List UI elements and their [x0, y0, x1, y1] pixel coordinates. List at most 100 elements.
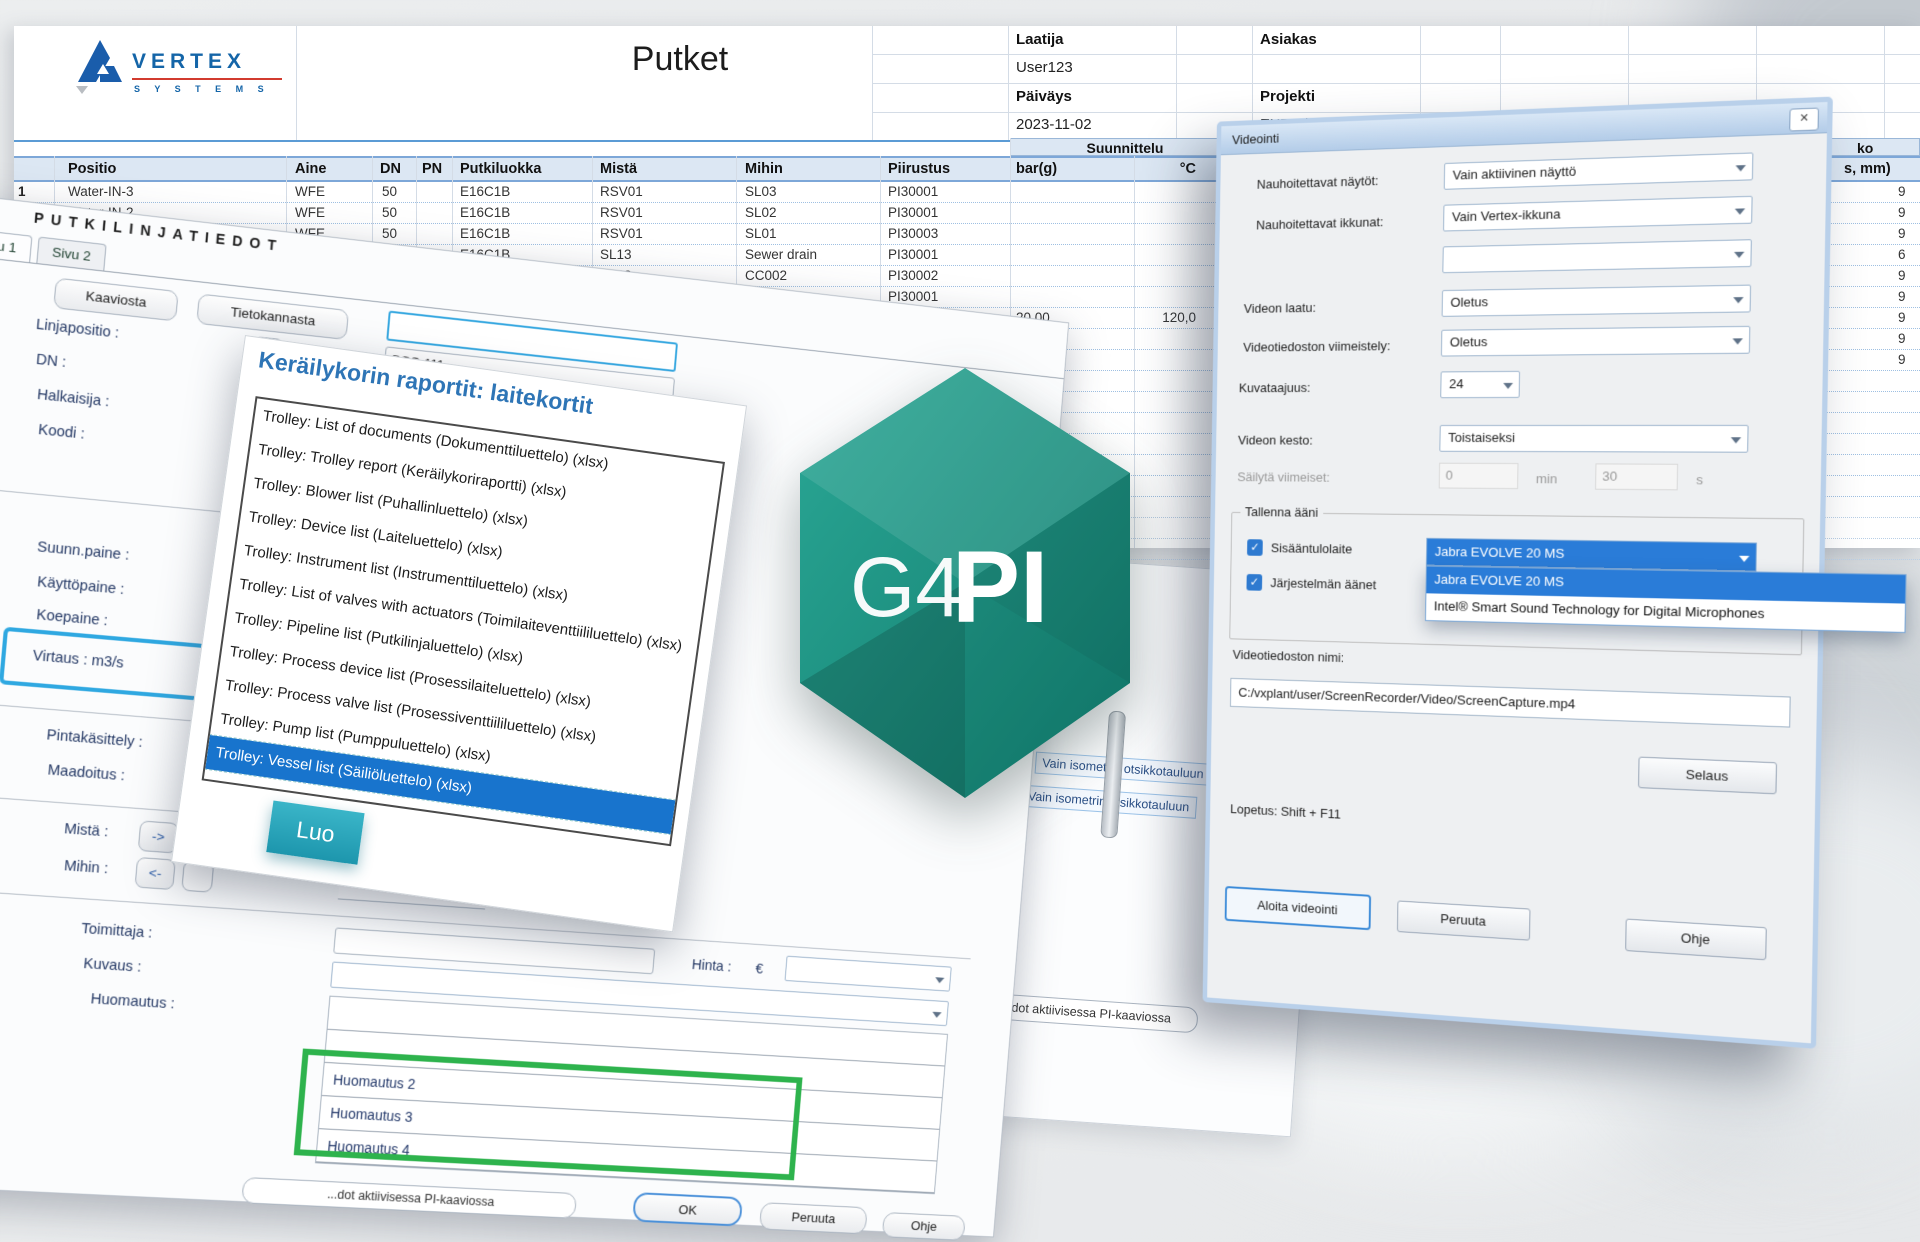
huomautus-label: Huomautus :: [90, 991, 175, 1012]
tab-sivu1[interactable]: Sivu 1: [0, 228, 32, 262]
cell-right-partial: 9: [1898, 205, 1906, 220]
cell-right-partial: 9: [1898, 184, 1906, 199]
cell-right-partial: 9: [1898, 310, 1906, 325]
suunnittelu-merged-header: Suunnittelu: [1010, 138, 1240, 156]
koepaine-label: Koepaine :: [36, 607, 109, 630]
chevron-down-icon: [1503, 383, 1513, 389]
tietokannasta-button[interactable]: Tietokannasta: [196, 293, 349, 340]
g4pi-hexagon-icon: G4 PI: [800, 368, 1130, 798]
cell-piirustus: PI30001: [888, 184, 938, 199]
koodi-label: Koodi :: [37, 422, 85, 443]
laatu-value: Oletus: [1450, 294, 1488, 310]
cell-mihin: CC002: [745, 268, 787, 283]
trolley-report-list[interactable]: Trolley: List of documents (Dokumenttilu…: [202, 396, 725, 846]
col-aine: Aine: [295, 161, 326, 177]
stop-hint-label: Lopetus: Shift + F11: [1230, 801, 1341, 821]
laatija-label: Laatija: [1016, 31, 1064, 48]
laatu-label: Videon laatu:: [1244, 300, 1316, 316]
col-mista: Mistä: [600, 161, 637, 177]
cell-putkiluokka: E16C1B: [460, 184, 510, 199]
vertex-logo-sub: S Y S T E M S: [134, 84, 270, 94]
chevron-down-icon: [935, 977, 945, 983]
close-button[interactable]: ✕: [1789, 108, 1819, 132]
chevron-down-icon: [1735, 209, 1745, 215]
naytot-combo[interactable]: Vain aktiivinen näyttö: [1444, 152, 1754, 189]
cell-mista: RSV01: [600, 205, 643, 220]
hinta-label: Hinta :: [691, 957, 732, 975]
naytot-label: Nauhoitettavat näytöt:: [1257, 173, 1379, 192]
tab-sivu2[interactable]: Sivu 2: [36, 237, 106, 271]
create-button[interactable]: Luo: [266, 800, 364, 864]
kuvataajuus-value: 24: [1449, 376, 1464, 391]
kaaviosta-button[interactable]: Kaaviosta: [53, 278, 178, 322]
bottom-pill[interactable]: ...dot aktiivisessa PI-kaaviossa: [241, 1177, 577, 1219]
laatu-combo[interactable]: Oletus: [1442, 285, 1751, 317]
projekti-label: Projekti: [1260, 88, 1315, 105]
cell-dn: 50: [382, 184, 397, 199]
laatija-value: User123: [1016, 59, 1073, 76]
cell-mihin: SL02: [745, 205, 777, 220]
input-device-checkbox[interactable]: [1247, 539, 1263, 556]
vertex-logo-word: VERTEX: [132, 50, 246, 74]
page-title: Putket: [560, 40, 800, 79]
cell-positio: Water-IN-3: [68, 184, 134, 199]
cell-dn: 50: [382, 226, 397, 241]
chevron-down-icon: [1731, 438, 1741, 444]
file-path-field[interactable]: C:/vxplant/user/ScreenRecorder/Video/Scr…: [1230, 678, 1791, 728]
viimeistely-combo[interactable]: Oletus: [1441, 326, 1750, 357]
cell-aine: WFE: [295, 205, 325, 220]
cell-piirustus: PI30003: [888, 226, 938, 241]
cell-putkiluokka: E16C1B: [460, 226, 510, 241]
vertex-logo-icon: [70, 36, 130, 100]
col-piirustus: Piirustus: [888, 161, 950, 177]
viimeistely-value: Oletus: [1450, 334, 1488, 349]
cell-row-number: 1: [18, 184, 26, 199]
col-celsius: °C: [1136, 161, 1196, 177]
halkaisija-label: Halkaisija :: [36, 387, 110, 411]
ok-button[interactable]: OK: [632, 1192, 743, 1227]
viimeistely-label: Videotiedoston viimeistely:: [1243, 338, 1391, 354]
cell-piirustus: PI30001: [888, 247, 938, 262]
col-positio: Positio: [68, 161, 116, 177]
pintakasittely-label: Pintakäsittely :: [46, 727, 143, 751]
cancel-button[interactable]: Peruuta: [759, 1202, 868, 1234]
cell-piirustus: PI30002: [888, 268, 938, 283]
kayttopaine-label: Käyttöpaine :: [37, 574, 125, 598]
cell-right-partial: 9: [1898, 268, 1906, 283]
kuvataajuus-combo[interactable]: 24: [1440, 371, 1520, 398]
chevron-down-icon: [1735, 165, 1745, 172]
mihin-label: Mihin :: [63, 858, 108, 877]
min-unit-label: min: [1536, 471, 1558, 486]
browse-button[interactable]: Selaus: [1638, 757, 1777, 795]
cell-right-partial: 9: [1898, 289, 1906, 304]
help-button[interactable]: Ohje: [1625, 919, 1767, 961]
sailyta-min-field: 0: [1439, 463, 1519, 489]
col-putkiluokka: Putkiluokka: [460, 161, 541, 177]
col-dn: DN: [380, 161, 401, 177]
cell-dn: 50: [382, 205, 397, 220]
sailyta-label: Säilytä viimeiset:: [1237, 470, 1330, 485]
kesto-combo[interactable]: Toistaiseksi: [1439, 425, 1748, 453]
help-button[interactable]: Ohje: [882, 1212, 966, 1241]
mihin-arrow-button[interactable]: <-: [134, 857, 175, 890]
ikkunat-combo[interactable]: Vain Vertex-ikkuna: [1443, 196, 1753, 232]
hinta-combo[interactable]: [785, 956, 952, 992]
kuvataajuus-label: Kuvataajuus:: [1239, 380, 1311, 395]
s-unit-label: s: [1696, 472, 1703, 487]
cell-piirustus: PI30001: [888, 205, 938, 220]
dialog-title: Videointi: [1232, 131, 1279, 147]
cell-aine: WFE: [295, 184, 325, 199]
asiakas-label: Asiakas: [1260, 31, 1317, 48]
cell-right-partial: 9: [1898, 331, 1906, 346]
cell-right-partial: 6: [1898, 247, 1906, 262]
system-sounds-checkbox[interactable]: [1246, 574, 1262, 591]
chevron-down-icon: [1732, 339, 1742, 345]
kuvaus-label: Kuvaus :: [83, 956, 142, 976]
start-recording-button[interactable]: Aloita videointi: [1225, 886, 1371, 930]
empty-combo[interactable]: [1442, 239, 1752, 273]
ikkunat-value: Vain Vertex-ikkuna: [1452, 206, 1561, 224]
col-right-partial: s, mm): [1844, 161, 1891, 177]
cancel-button[interactable]: Peruuta: [1397, 900, 1531, 940]
kesto-value: Toistaiseksi: [1448, 430, 1515, 445]
vertex-logo: VERTEX S Y S T E M S: [70, 36, 310, 116]
